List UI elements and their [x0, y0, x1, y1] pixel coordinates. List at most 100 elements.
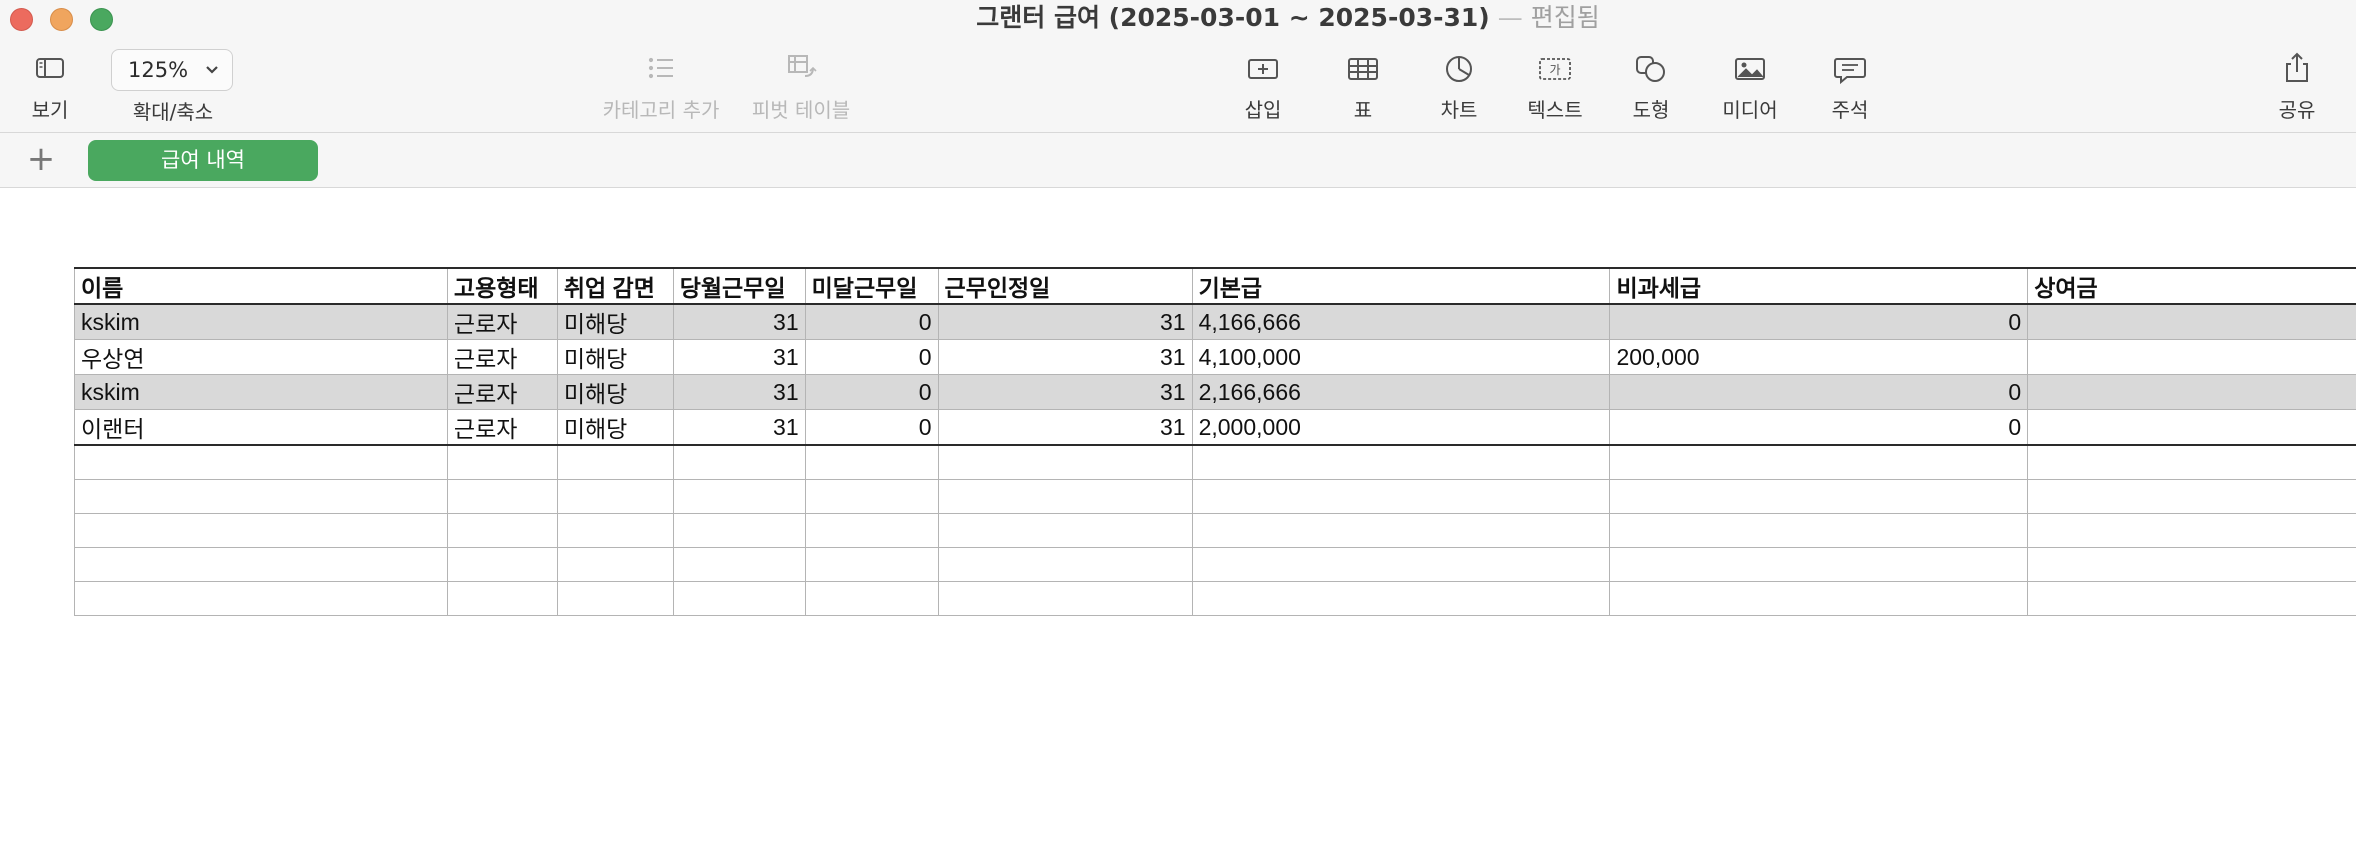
- table-cell[interactable]: [2027, 546, 2356, 582]
- zoom-select[interactable]: 125%: [111, 49, 233, 91]
- table-cell[interactable]: 미해당: [556, 374, 674, 410]
- table-cell[interactable]: [937, 580, 1193, 616]
- column-header[interactable]: 비과세급: [1609, 267, 2029, 305]
- share-button[interactable]: 공유: [2274, 48, 2320, 123]
- table-cell[interactable]: [1191, 512, 1611, 548]
- column-header[interactable]: 상여금: [2027, 267, 2356, 305]
- table-cell[interactable]: [556, 444, 674, 480]
- table-cell[interactable]: 31: [672, 374, 806, 410]
- table-cell[interactable]: [672, 512, 806, 548]
- table-cell[interactable]: [1191, 444, 1611, 480]
- table-cell[interactable]: [2027, 478, 2356, 514]
- table-cell[interactable]: [672, 444, 806, 480]
- table-cell[interactable]: [2027, 374, 2356, 410]
- text-button[interactable]: 가 텍스트: [1522, 48, 1588, 123]
- table-cell[interactable]: [804, 512, 939, 548]
- table-cell[interactable]: 2,166,666: [1191, 374, 1611, 410]
- table-cell[interactable]: [1609, 512, 2029, 548]
- table-cell[interactable]: 미해당: [556, 409, 674, 446]
- table-cell[interactable]: [804, 546, 939, 582]
- table-cell[interactable]: 0: [804, 303, 939, 340]
- table-cell[interactable]: [2027, 303, 2356, 340]
- table-cell[interactable]: 0: [804, 374, 939, 410]
- table-cell[interactable]: 0: [1609, 303, 2029, 340]
- table-cell[interactable]: [2027, 512, 2356, 548]
- table-cell[interactable]: [74, 478, 448, 514]
- table-cell[interactable]: kskim: [74, 303, 448, 340]
- table-cell[interactable]: [446, 546, 558, 582]
- table-cell[interactable]: 0: [1609, 374, 2029, 410]
- add-category-button[interactable]: 카테고리 추가: [596, 48, 726, 123]
- table-cell[interactable]: [804, 444, 939, 480]
- table-cell[interactable]: [556, 580, 674, 616]
- table-cell[interactable]: 근로자: [446, 303, 558, 340]
- table-cell[interactable]: [74, 546, 448, 582]
- table-cell[interactable]: [74, 444, 448, 480]
- table-cell[interactable]: [2027, 409, 2356, 446]
- chart-button[interactable]: 차트: [1436, 48, 1482, 123]
- table-cell[interactable]: [672, 546, 806, 582]
- table-cell[interactable]: [2027, 339, 2356, 375]
- table-cell[interactable]: 31: [937, 409, 1193, 446]
- comment-button[interactable]: 주석: [1827, 48, 1873, 123]
- table-cell[interactable]: [804, 478, 939, 514]
- table-cell[interactable]: [672, 580, 806, 616]
- table-cell[interactable]: 31: [672, 303, 806, 340]
- table-cell[interactable]: [2027, 580, 2356, 616]
- table-button[interactable]: 표: [1345, 48, 1381, 123]
- column-header[interactable]: 근무인정일: [937, 267, 1193, 305]
- table-cell[interactable]: [937, 478, 1193, 514]
- insert-button[interactable]: 삽입: [1240, 48, 1286, 123]
- table-cell[interactable]: 근로자: [446, 374, 558, 410]
- table-cell[interactable]: [1191, 478, 1611, 514]
- table-cell[interactable]: 근로자: [446, 339, 558, 375]
- table-cell[interactable]: 4,100,000: [1191, 339, 1611, 375]
- shape-button[interactable]: 도형: [1628, 48, 1674, 123]
- sheet-tab-payroll[interactable]: 급여 내역: [88, 140, 318, 181]
- table-cell[interactable]: 200,000: [1609, 339, 2029, 375]
- table-cell[interactable]: 31: [937, 374, 1193, 410]
- table-cell[interactable]: [446, 580, 558, 616]
- table-cell[interactable]: 31: [672, 339, 806, 375]
- table-cell[interactable]: [1191, 580, 1611, 616]
- table-cell[interactable]: [74, 512, 448, 548]
- table-cell[interactable]: 미해당: [556, 339, 674, 375]
- table-cell[interactable]: [2027, 444, 2356, 480]
- table-cell[interactable]: [1609, 478, 2029, 514]
- table-cell[interactable]: [804, 580, 939, 616]
- table-cell[interactable]: 근로자: [446, 409, 558, 446]
- column-header[interactable]: 고용형태: [446, 267, 558, 305]
- table-cell[interactable]: [937, 512, 1193, 548]
- table-cell[interactable]: [556, 546, 674, 582]
- table-cell[interactable]: [1609, 444, 2029, 480]
- table-cell[interactable]: 이랜터: [74, 409, 448, 446]
- table-cell[interactable]: 미해당: [556, 303, 674, 340]
- table-cell[interactable]: 2,000,000: [1191, 409, 1611, 446]
- view-button[interactable]: 보기: [22, 48, 78, 123]
- column-header[interactable]: 당월근무일: [672, 267, 806, 305]
- add-sheet-button[interactable]: +: [26, 141, 56, 177]
- table-cell[interactable]: 0: [804, 339, 939, 375]
- table-cell[interactable]: [1191, 546, 1611, 582]
- table-cell[interactable]: 0: [804, 409, 939, 446]
- column-header[interactable]: 이름: [74, 267, 448, 305]
- table-cell[interactable]: 31: [937, 339, 1193, 375]
- column-header[interactable]: 기본급: [1191, 267, 1611, 305]
- column-header[interactable]: 취업 감면: [556, 267, 674, 305]
- table-cell[interactable]: 우상연: [74, 339, 448, 375]
- table-cell[interactable]: [556, 512, 674, 548]
- table-cell[interactable]: [937, 546, 1193, 582]
- table-cell[interactable]: 31: [937, 303, 1193, 340]
- table-cell[interactable]: [672, 478, 806, 514]
- table-cell[interactable]: kskim: [74, 374, 448, 410]
- table-cell[interactable]: [446, 478, 558, 514]
- table-cell[interactable]: [446, 444, 558, 480]
- pivot-table-button[interactable]: 피벗 테이블: [746, 48, 856, 123]
- table-cell[interactable]: 31: [672, 409, 806, 446]
- table-cell[interactable]: [556, 478, 674, 514]
- table-cell[interactable]: 0: [1609, 409, 2029, 446]
- media-button[interactable]: 미디어: [1720, 48, 1780, 123]
- table-cell[interactable]: [74, 580, 448, 616]
- table-cell[interactable]: [937, 444, 1193, 480]
- column-header[interactable]: 미달근무일: [804, 267, 939, 305]
